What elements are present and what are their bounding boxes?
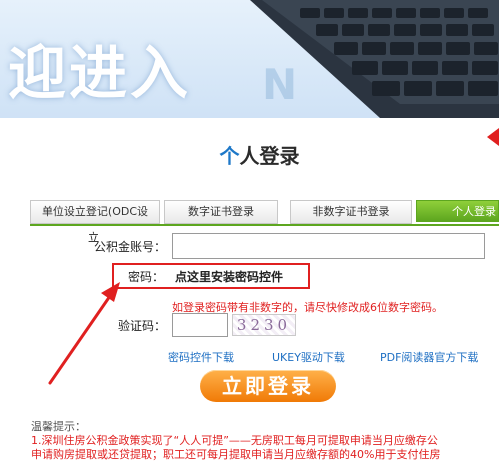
banner-title: 迎进入 — [8, 39, 192, 107]
pdf-reader-download-link[interactable]: PDF阅读器官方下载 — [380, 349, 478, 365]
install-password-control-link[interactable]: 点这里安装密码控件 — [175, 268, 283, 285]
page-title-rest: 人登录 — [239, 144, 300, 168]
page-title-prefix: 个 — [219, 144, 240, 168]
tab-divider — [30, 224, 499, 226]
tab-digital-certificate-login[interactable]: 数字证书登录 — [164, 200, 278, 224]
captcha-label: 验证码： — [117, 319, 166, 333]
password-label: 密码： — [128, 270, 165, 284]
account-input[interactable] — [172, 233, 485, 259]
banner-faded-letter: N — [262, 60, 298, 109]
captcha-image[interactable]: 3230 — [232, 314, 296, 336]
tips-line-2: 申请购房提取或还贷提取；职工还可每月提取申请当月应缴存额的40%用于支付住房 — [31, 448, 441, 461]
tab-unit-registration[interactable]: 单位设立登记(ODC设 — [30, 200, 160, 224]
page-title: 个人登录 — [0, 140, 499, 169]
header-banner: 迎进入 N — [0, 0, 499, 118]
captcha-input[interactable] — [172, 313, 228, 337]
tab-non-digital-certificate-login[interactable]: 非数字证书登录 — [290, 200, 412, 224]
password-control-download-link[interactable]: 密码控件下载 — [168, 349, 234, 365]
account-label-overlay: 立 — [88, 231, 99, 244]
login-button[interactable]: 立即登录 — [200, 370, 336, 402]
red-pointer-arrow-icon — [487, 128, 499, 146]
ukey-driver-download-link[interactable]: UKEY驱动下载 — [272, 349, 345, 365]
tab-personal-login[interactable]: 个人登录 — [416, 200, 499, 222]
